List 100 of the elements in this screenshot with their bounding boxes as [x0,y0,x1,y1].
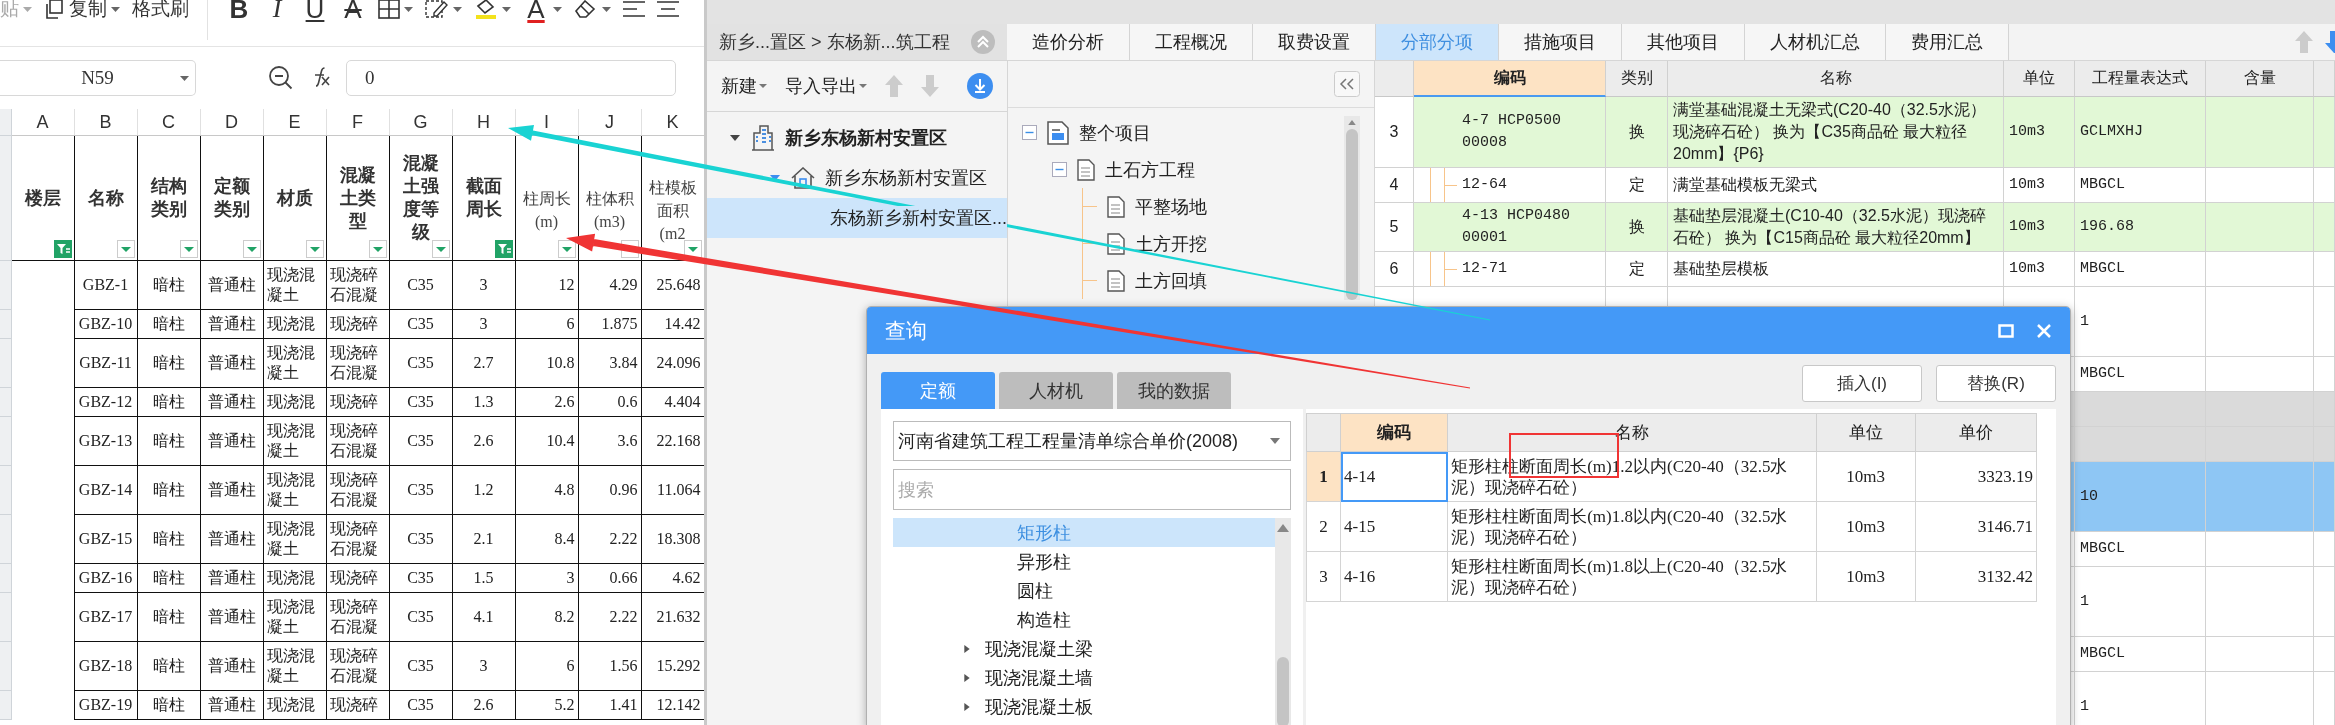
table-cell: 矩形柱柱断面周长(m)1.8以内(C20-40（32.5水泥）现浇碎石砼） [1447,501,1817,552]
tree-item[interactable]: 圆柱 [893,576,1275,605]
table-cell: 1.3 [452,387,515,417]
tree-item[interactable]: 现浇混凝土墙 [893,663,1275,692]
strikethrough-button[interactable]: A [340,0,366,22]
table-cell: 普通柱 [200,690,263,720]
table-cell: 4.29 [578,260,641,310]
table-cell: 2.6 [452,690,515,720]
table-cell: 定 [1606,252,1668,287]
tree-item[interactable]: 现浇混凝土板 [893,692,1275,721]
table-cell: C35 [389,260,452,310]
table-cell: C35 [389,416,452,466]
table-cell: 满堂基础混凝土无梁式(C20-40（32.5水泥）现浇碎石砼） 换为【C35商品砼 最大粒径20mm】{P6} [1668,97,2004,168]
table-cell: 现浇碎 [326,563,389,593]
table-cell: 暗柱 [137,641,200,691]
tab[interactable]: 人材机 [999,372,1113,409]
table-cell: 8.2 [515,592,578,642]
table-cell: 普通柱 [200,338,263,388]
tree-item[interactable]: 新乡东杨新村安置区 [707,158,1007,198]
tree-item[interactable]: 新乡东杨新村安置区 [707,118,1007,158]
column-letter[interactable]: G [389,109,452,136]
tree-item[interactable]: 平整场地 [1135,194,1207,219]
menu-button[interactable]: 导入导出 [785,74,867,98]
table-cell: GBZ-10 [74,309,137,339]
column-letter[interactable]: E [263,109,326,136]
row-number: 6 [1375,252,1414,287]
column-header[interactable]: 编码 [1414,61,1606,97]
table-cell: GBZ-19 [74,690,137,720]
column-letter[interactable]: B [74,109,137,136]
table-cell: GBZ-16 [74,563,137,593]
column-header[interactable]: 工程量表达式 [2075,61,2206,97]
table-cell: 暗柱 [137,592,200,642]
format-painter-button[interactable]: 格式刷 [132,0,189,22]
row-number: 3 [1306,551,1341,602]
table-cell: 12 [515,260,578,310]
column-header[interactable]: 单价 [1915,413,2037,452]
table-cell: 5.2 [515,690,578,720]
copy-button[interactable]: 复制 [44,0,107,22]
column-letter[interactable]: D [200,109,263,136]
column-header[interactable]: 名称 [1447,413,1817,452]
table-cell: 196.68 [2075,203,2206,252]
tree-item[interactable]: 整个项目 [1079,120,1151,145]
column-title: 结构类别 [150,176,187,219]
column-letter[interactable]: J [578,109,641,136]
table-cell: 普通柱 [200,309,263,339]
table-cell: 普通柱 [200,260,263,310]
library-dropdown[interactable]: 河南省建筑工程工程量清单综合单价(2008) [893,421,1291,461]
table-cell: 2.6 [515,387,578,417]
tree-item[interactable]: 构造柱 [893,605,1275,634]
table-cell: 10m3 [2004,203,2075,252]
table-cell: 现浇混凝土 [263,592,326,642]
table-cell: 现浇混凝土 [263,514,326,564]
action-button[interactable]: 替换(R) [1936,365,2056,402]
column-header[interactable]: 单位 [1816,413,1916,452]
column-header[interactable]: 含量 [2206,61,2314,97]
name-box[interactable]: N59 [0,60,196,96]
table-cell: 暗柱 [137,465,200,515]
table-cell: 暗柱 [137,338,200,388]
table-cell: 2.1 [452,514,515,564]
table-cell: 基础垫层模板 [1668,252,2004,287]
menu-button[interactable]: 新建 [721,74,767,98]
tab[interactable]: 我的数据 [1117,372,1231,409]
tree-item[interactable]: 土石方工程 [1105,157,1195,182]
column-letter[interactable]: K [641,109,704,136]
tree-item[interactable]: 异形柱 [893,547,1275,576]
table-cell: 现浇混 [263,690,326,720]
column-letter[interactable]: A [11,109,74,136]
table-cell: 现浇碎石混凝 [326,465,389,515]
table-cell: GBZ-17 [74,592,137,642]
tree-item[interactable]: 土方回填 [1135,268,1207,293]
column-header[interactable]: 编码 [1340,413,1448,452]
italic-button[interactable]: I [264,0,290,22]
table-cell: GBZ-11 [74,338,137,388]
column-title: 材质 [276,187,313,208]
table-cell: 10 [2075,462,2206,532]
table-cell: 3 [515,563,578,593]
table-cell: 暗柱 [137,260,200,310]
table-cell: 1 [2075,287,2206,357]
formula-field[interactable]: 0 [346,60,676,96]
column-header[interactable]: 单位 [2004,61,2075,97]
table-cell: 换 [1606,203,1668,252]
table-cell: 现浇碎石混凝 [326,260,389,310]
column-title: 柱周长(m) [522,190,571,230]
action-button[interactable]: 插入(I) [1802,365,1922,402]
bold-button[interactable]: B [226,0,252,22]
table-cell: 现浇混凝土 [263,416,326,466]
table-cell: 3323.19 [1915,451,2037,502]
column-header[interactable]: 类别 [1606,61,1668,97]
column-title: 柱模板面积(m2 [648,178,697,242]
tree-item[interactable]: 东杨新乡新村安置区... [707,198,1007,238]
table-cell: GBZ-13 [74,416,137,466]
column-letter[interactable]: C [137,109,200,136]
tree-item[interactable]: 现浇混凝土梁 [893,634,1275,663]
column-letter[interactable]: F [326,109,389,136]
table-cell: 现浇碎石混凝 [326,592,389,642]
table-cell: 现浇混 [263,563,326,593]
table-cell: 1.41 [578,690,641,720]
font-color-button[interactable]: A [523,0,549,22]
column-header[interactable]: 名称 [1668,61,2004,97]
underline-button[interactable]: U [302,0,328,22]
